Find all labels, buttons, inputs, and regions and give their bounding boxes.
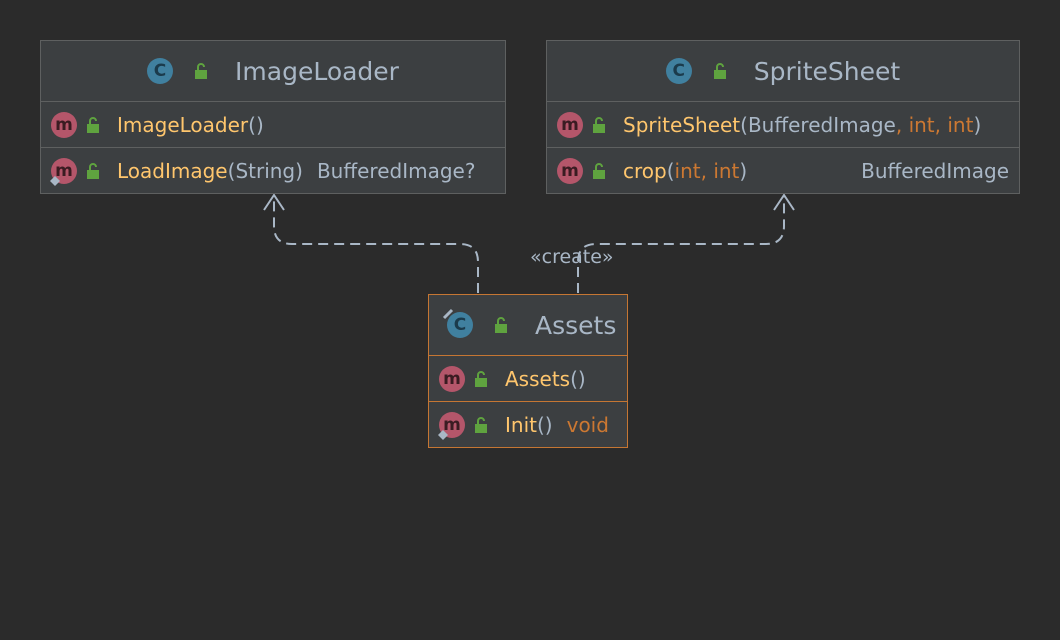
paren-close: ) xyxy=(544,412,553,437)
public-lock-icon xyxy=(593,162,605,179)
return-type: BufferedImage xyxy=(861,158,1009,183)
method-row[interactable]: m SpriteSheet(BufferedImage, int, int) xyxy=(547,102,1019,148)
paren-close: ) xyxy=(255,112,264,137)
paren-open: ( xyxy=(536,412,545,437)
method-row[interactable]: m ImageLoader() xyxy=(41,102,505,148)
static-marker-icon xyxy=(50,176,60,186)
paren-open: ( xyxy=(248,112,256,137)
public-lock-icon xyxy=(495,317,507,333)
public-lock-icon xyxy=(593,116,605,133)
create-stereotype-label: «create» xyxy=(530,246,614,268)
method-name: Init xyxy=(505,412,537,437)
class-box-assets[interactable]: C Assets m Assets() m Init() void xyxy=(428,294,628,448)
paren-open: ( xyxy=(666,158,675,183)
param-keywords: int, int xyxy=(674,158,740,183)
public-lock-icon xyxy=(475,416,487,433)
return-type: BufferedImage? xyxy=(316,158,476,183)
public-lock-icon xyxy=(87,162,99,179)
method-row[interactable]: m Assets() xyxy=(429,356,627,402)
method-row[interactable]: m Init() void xyxy=(429,402,627,447)
param-type: String xyxy=(235,158,296,183)
paren-open: ( xyxy=(570,366,578,391)
method-name: LoadImage xyxy=(117,158,228,183)
paren-close: ) xyxy=(295,158,303,183)
paren-close: ) xyxy=(973,112,982,137)
method-name: ImageLoader xyxy=(117,112,249,137)
method-name: SpriteSheet xyxy=(623,112,741,137)
method-row[interactable]: m LoadImage(String) BufferedImage? xyxy=(41,148,505,193)
public-lock-icon xyxy=(195,63,208,79)
method-row[interactable]: m crop(int, int) BufferedImage xyxy=(547,148,1019,193)
method-name: crop xyxy=(623,158,667,183)
paren-close: ) xyxy=(739,158,748,183)
method-icon: m xyxy=(51,111,77,138)
class-header: C Assets xyxy=(429,295,627,356)
class-name: SpriteSheet xyxy=(753,56,901,86)
public-lock-icon xyxy=(87,116,99,133)
paren-open: ( xyxy=(227,158,236,183)
public-lock-icon xyxy=(475,370,487,387)
class-icon: C xyxy=(147,58,174,84)
return-type: void xyxy=(566,412,609,437)
paren-open: ( xyxy=(740,112,748,137)
method-icon: m xyxy=(557,111,583,138)
dependency-arrow-imageloader xyxy=(273,196,479,293)
class-box-spritesheet[interactable]: C SpriteSheet m SpriteSheet(BufferedImag… xyxy=(546,40,1020,194)
class-header: C SpriteSheet xyxy=(547,41,1019,102)
class-icon: C xyxy=(665,58,692,84)
static-marker-icon xyxy=(438,430,448,440)
method-name: Assets xyxy=(505,366,571,391)
class-name: ImageLoader xyxy=(235,56,399,86)
method-icon: m xyxy=(557,157,583,184)
class-header: C ImageLoader xyxy=(41,41,505,102)
param-type: BufferedImage xyxy=(747,112,896,137)
paren-close: ) xyxy=(577,366,586,391)
entry-point-icon xyxy=(442,308,454,320)
param-keywords: , int, int xyxy=(895,112,974,137)
dependency-arrow-spritesheet xyxy=(577,196,785,293)
method-icon: m xyxy=(439,365,465,392)
class-name: Assets xyxy=(535,310,617,340)
class-box-imageloader[interactable]: C ImageLoader m ImageLoader() m LoadImag… xyxy=(40,40,506,194)
public-lock-icon xyxy=(713,63,726,79)
